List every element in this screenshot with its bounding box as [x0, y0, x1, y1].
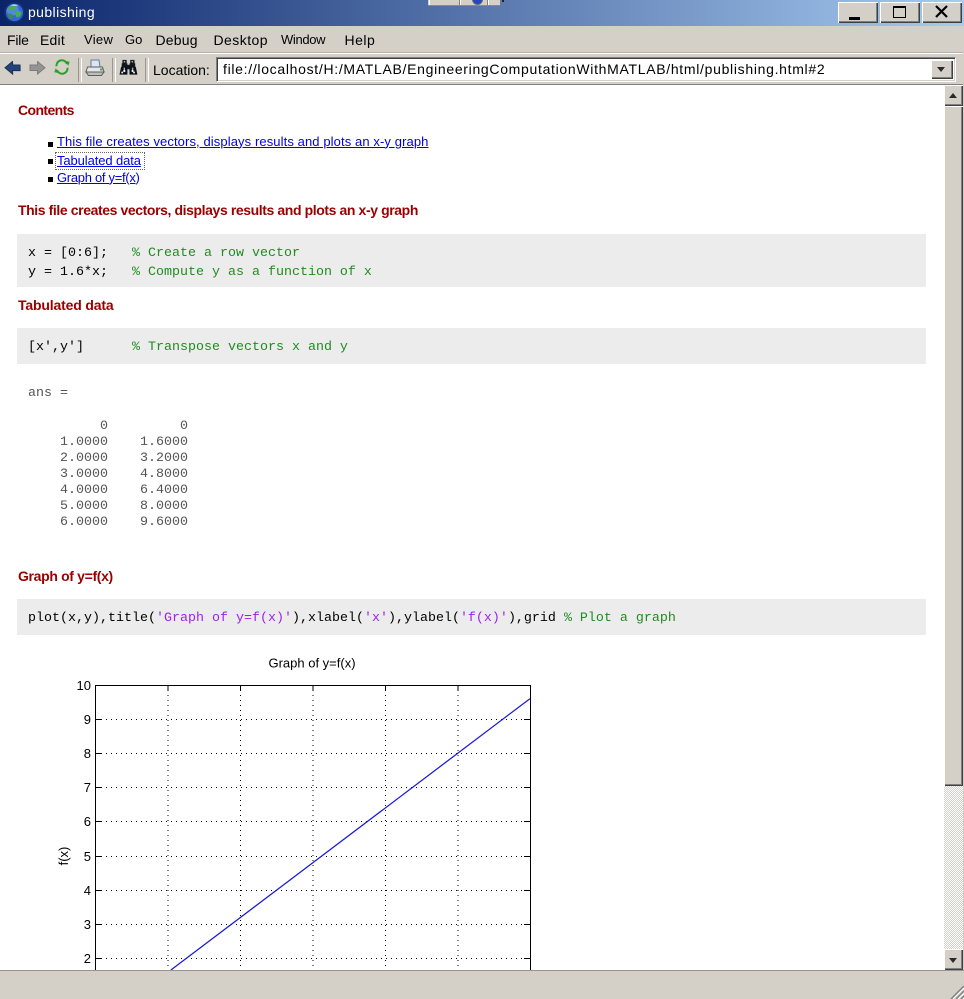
- svg-text:10: 10: [77, 678, 91, 693]
- svg-text:2: 2: [84, 951, 91, 966]
- svg-text:7: 7: [84, 780, 91, 795]
- svg-text:3: 3: [84, 917, 91, 932]
- svg-text:8: 8: [84, 746, 91, 761]
- svg-text:Graph of y=f(x): Graph of y=f(x): [268, 656, 355, 671]
- svg-text:6: 6: [84, 814, 91, 829]
- svg-text:5: 5: [84, 849, 91, 864]
- svg-text:9: 9: [84, 712, 91, 727]
- svg-text:f(x): f(x): [56, 847, 71, 866]
- svg-text:4: 4: [84, 883, 91, 898]
